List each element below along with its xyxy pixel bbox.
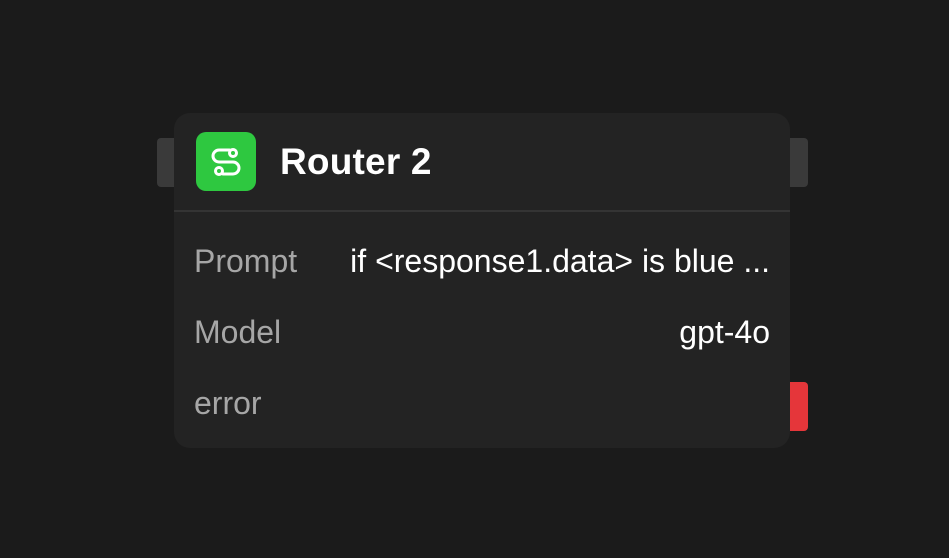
model-label: Model: [194, 313, 282, 350]
prompt-label: Prompt: [194, 242, 298, 279]
error-label: error: [194, 384, 262, 421]
node-title: Router 2: [280, 140, 432, 182]
model-value: gpt-4o: [679, 313, 770, 350]
workflow-canvas[interactable]: Router 2 Prompt if <response1.data> is b…: [0, 0, 949, 558]
router-icon-glyph: [211, 147, 241, 176]
prompt-value: if <response1.data> is blue ...: [350, 242, 770, 279]
error-row: error: [194, 383, 770, 423]
router-node[interactable]: Router 2 Prompt if <response1.data> is b…: [174, 113, 790, 448]
model-row[interactable]: Model gpt-4o: [194, 312, 770, 352]
router-icon: [196, 132, 256, 191]
prompt-row[interactable]: Prompt if <response1.data> is blue ...: [194, 241, 770, 281]
node-header: Router 2: [174, 113, 790, 212]
